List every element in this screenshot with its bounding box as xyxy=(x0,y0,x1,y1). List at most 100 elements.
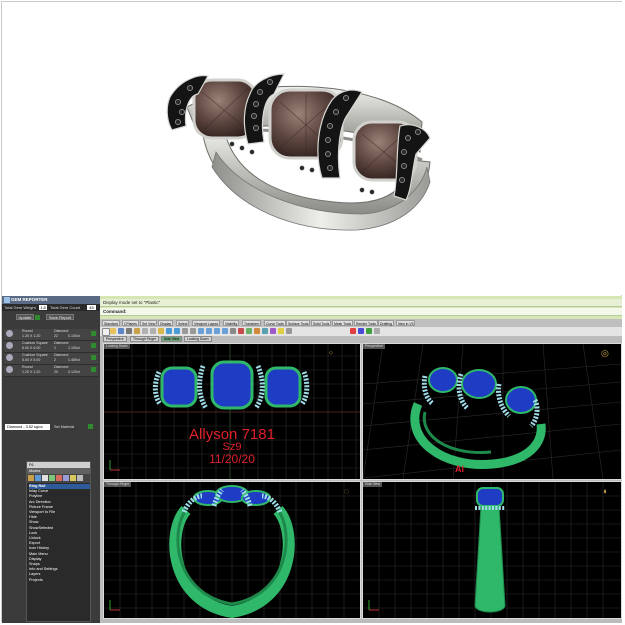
import-icon[interactable] xyxy=(134,328,140,334)
zoom-icon[interactable] xyxy=(198,328,204,334)
set-material-button[interactable]: Set Material xyxy=(54,424,74,430)
svg-text:◇: ◇ xyxy=(329,350,333,356)
toolbar-tab[interactable]: Mesh Tools xyxy=(332,320,354,326)
toolbar-tab[interactable]: Drafting xyxy=(378,320,394,326)
gem-count: 20 xyxy=(54,370,58,374)
viewport-side-view[interactable]: ◐ Side View xyxy=(362,481,622,619)
row-check-icon[interactable] xyxy=(91,343,96,348)
material-select[interactable]: Diamond - 3.52 sg/cc xyxy=(5,424,50,430)
gem-weight: 0.100ct xyxy=(68,334,80,338)
round-gem-icon xyxy=(6,366,13,373)
print-icon[interactable] xyxy=(126,328,132,334)
four-viewports-icon[interactable] xyxy=(230,328,236,334)
toolbar-tab[interactable]: Surface Tools xyxy=(286,320,311,326)
save-report-button[interactable]: Save Report xyxy=(46,314,74,320)
viewport-label[interactable]: Side View xyxy=(363,482,383,487)
viewport-looking-down[interactable]: ◇ Allyson 7181 Sz9 11/20/20 Looking Down xyxy=(103,343,361,480)
properties-icon[interactable] xyxy=(262,328,268,334)
gem-material: Diamond xyxy=(54,353,69,357)
toolbar-tab[interactable]: Select xyxy=(176,320,190,326)
row-check-icon[interactable] xyxy=(91,331,96,336)
viewport-tab-active[interactable]: Side View xyxy=(161,336,183,342)
toolbar-tabs: Standard CPlanes Set View Display Select… xyxy=(100,319,622,327)
copy-icon[interactable] xyxy=(150,328,156,334)
ring-side-view xyxy=(474,487,506,613)
open-folder-icon[interactable] xyxy=(110,328,116,334)
command-prompt[interactable]: Command: xyxy=(100,308,622,316)
tool-icon[interactable] xyxy=(35,475,41,481)
rendered-ring-image xyxy=(166,73,431,231)
light-icon[interactable] xyxy=(278,328,284,334)
cut-icon[interactable] xyxy=(142,328,148,334)
toolbar-tab[interactable]: New in V5 xyxy=(396,320,416,326)
gem-weight: 0.120ct xyxy=(68,370,80,374)
through-finger-grid: ◌ xyxy=(104,482,360,618)
update-button[interactable]: Update xyxy=(16,314,34,320)
options-icon[interactable] xyxy=(270,328,276,334)
undo-icon[interactable] xyxy=(166,328,172,334)
rotate-icon[interactable] xyxy=(190,328,196,334)
tool-icon[interactable] xyxy=(49,475,55,481)
save-icon[interactable] xyxy=(118,328,124,334)
tool-icon[interactable] xyxy=(56,475,62,481)
gem-count: 2 xyxy=(54,358,56,362)
standard-toolbar xyxy=(100,327,622,336)
gem-report-table: Round 1.20 X 1.20 Diamond 22 0.100ct Cus… xyxy=(4,329,98,377)
toolbar-tab[interactable]: Standard xyxy=(102,320,120,326)
svg-text:Al: Al xyxy=(455,464,464,474)
sphere-icon[interactable] xyxy=(358,328,364,334)
tool-icon[interactable] xyxy=(42,475,48,481)
gem-size: 5.00 X 5.00 xyxy=(22,358,41,362)
tool-icon[interactable] xyxy=(77,475,83,481)
toolbar-tab[interactable]: Transform xyxy=(242,320,262,326)
set-material-check-icon[interactable] xyxy=(88,424,93,429)
settings-icon[interactable] xyxy=(374,328,380,334)
viewport-label[interactable]: Looking Down xyxy=(104,344,130,349)
viewport-tab[interactable]: Perspective xyxy=(103,336,127,342)
svg-text:◌: ◌ xyxy=(344,486,349,496)
tool-icon[interactable] xyxy=(28,475,34,481)
gem-reporter-title: GEM REPORTER xyxy=(11,297,48,302)
toolbar-tab[interactable]: Visibility xyxy=(223,320,240,326)
viewport-label[interactable]: Through Finger xyxy=(104,482,132,487)
tool-icon[interactable] xyxy=(70,475,76,481)
gem-row[interactable]: Cushion Square 5.00 X 5.00 Diamond 2 1.4… xyxy=(4,353,98,365)
new-file-icon[interactable] xyxy=(102,328,110,336)
total-gem-weight-value: 1.8 xyxy=(39,305,47,310)
viewport-through-finger[interactable]: ◌ Through Finger xyxy=(103,481,361,619)
toolbar-tab[interactable]: Curve Tools xyxy=(264,320,286,326)
tool-icon[interactable] xyxy=(63,475,69,481)
gem-row[interactable]: Round 1.20 X 1.20 Diamond 22 0.100ct xyxy=(4,329,98,341)
viewport-tab[interactable]: Looking Down xyxy=(184,336,212,342)
update-check-icon xyxy=(35,315,40,320)
toolbar-tab[interactable]: Render Tools xyxy=(354,320,378,326)
globe-icon[interactable] xyxy=(366,328,372,334)
record-icon[interactable] xyxy=(350,328,356,334)
zoom-selected-icon[interactable] xyxy=(222,328,228,334)
pan-icon[interactable] xyxy=(182,328,188,334)
viewport-tab[interactable]: Through Finger xyxy=(130,336,160,342)
redo-icon[interactable] xyxy=(174,328,180,334)
toolbar-tab[interactable]: CPlanes xyxy=(122,320,139,326)
gem-row[interactable]: Round 1.20 X 1.20 Diamond 20 0.120ct xyxy=(4,365,98,377)
command-list: Ring Rail Inlay Curve Polyline Arc Direc… xyxy=(27,483,90,583)
cplane-icon[interactable] xyxy=(238,328,244,334)
paste-icon[interactable] xyxy=(158,328,164,334)
viewport-perspective[interactable]: Al ◎ Perspective xyxy=(362,343,622,480)
toolbar-tab[interactable]: Viewport Layout xyxy=(192,320,221,326)
help-icon[interactable] xyxy=(286,328,292,334)
row-check-icon[interactable] xyxy=(91,367,96,372)
render-icon[interactable] xyxy=(246,328,252,334)
toolbar-tab[interactable]: Solid Tools xyxy=(311,320,332,326)
toolbar-tab[interactable]: Display xyxy=(158,320,174,326)
row-check-icon[interactable] xyxy=(91,355,96,360)
layers-icon[interactable] xyxy=(254,328,260,334)
viewport-label[interactable]: Perspective xyxy=(363,344,385,349)
gem-material: Diamond xyxy=(54,341,69,345)
zoom-window-icon[interactable] xyxy=(206,328,212,334)
zoom-extents-icon[interactable] xyxy=(214,328,220,334)
toolbar-tab[interactable]: Set View xyxy=(140,320,158,326)
command-item[interactable]: Projects xyxy=(29,578,90,583)
viewport-tabs: Perspective Through Finger Side View Loo… xyxy=(103,336,403,342)
gem-row[interactable]: Cushion Square 6.00 X 6.00 Diamond 1 1.1… xyxy=(4,341,98,353)
